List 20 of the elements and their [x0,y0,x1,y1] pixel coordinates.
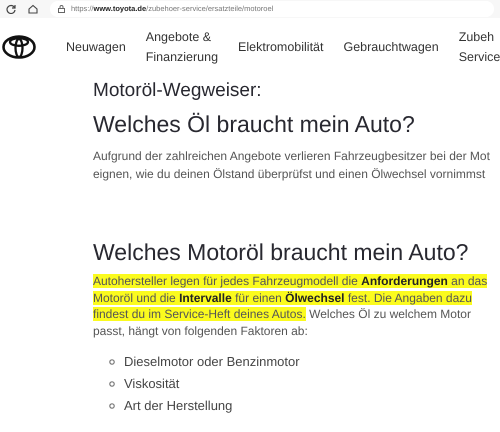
factor-item: Art der Herstellung [124,397,232,415]
nav-link[interactable]: Gebrauchtwagen [343,37,439,57]
nav-link[interactable]: Zubeh Service [458,27,500,67]
page-subtitle: Welches Öl braucht mein Auto? [93,110,416,139]
factor-item: Viskosität [124,375,180,393]
intro-paragraph: Aufgrund der zahlreichen Angebote verlieren Fahrzeugbesitzer bei der Mot eignen, wie du deinen Ölstand überprüfst und einen Ölwechsel vornimmst [93,148,491,183]
nav-link[interactable]: Elektromobilität [238,37,324,57]
section-heading: Welches Motoröl braucht mein Auto? [93,238,470,267]
factor-item: Dieselmotor oder Benzinmotor [124,353,300,371]
home-icon[interactable] [28,4,38,14]
page-title: Motoröl-Wegweiser: [93,79,263,103]
nav-link[interactable]: Neuwagen [66,37,126,57]
bullet-icon [109,359,115,365]
reload-icon[interactable] [6,4,16,14]
bullet-icon [109,403,115,409]
lock-icon [58,5,65,13]
nav-link[interactable]: Angebote & Finanzierung [146,27,218,67]
bullet-icon [109,381,115,387]
car-brand-logo-icon[interactable] [2,35,36,59]
section-paragraph: Autohersteller legen für jedes Fahrzeugmodell die Anforderungen an das Motoröl und die Intervalle für einen Ölwechsel fest. Die Angaben dazu findest du im Service-Heft deines Autos. Welches Öl zu welchem Motor passt, hängt von folgenden Faktoren ab: [93,273,488,339]
